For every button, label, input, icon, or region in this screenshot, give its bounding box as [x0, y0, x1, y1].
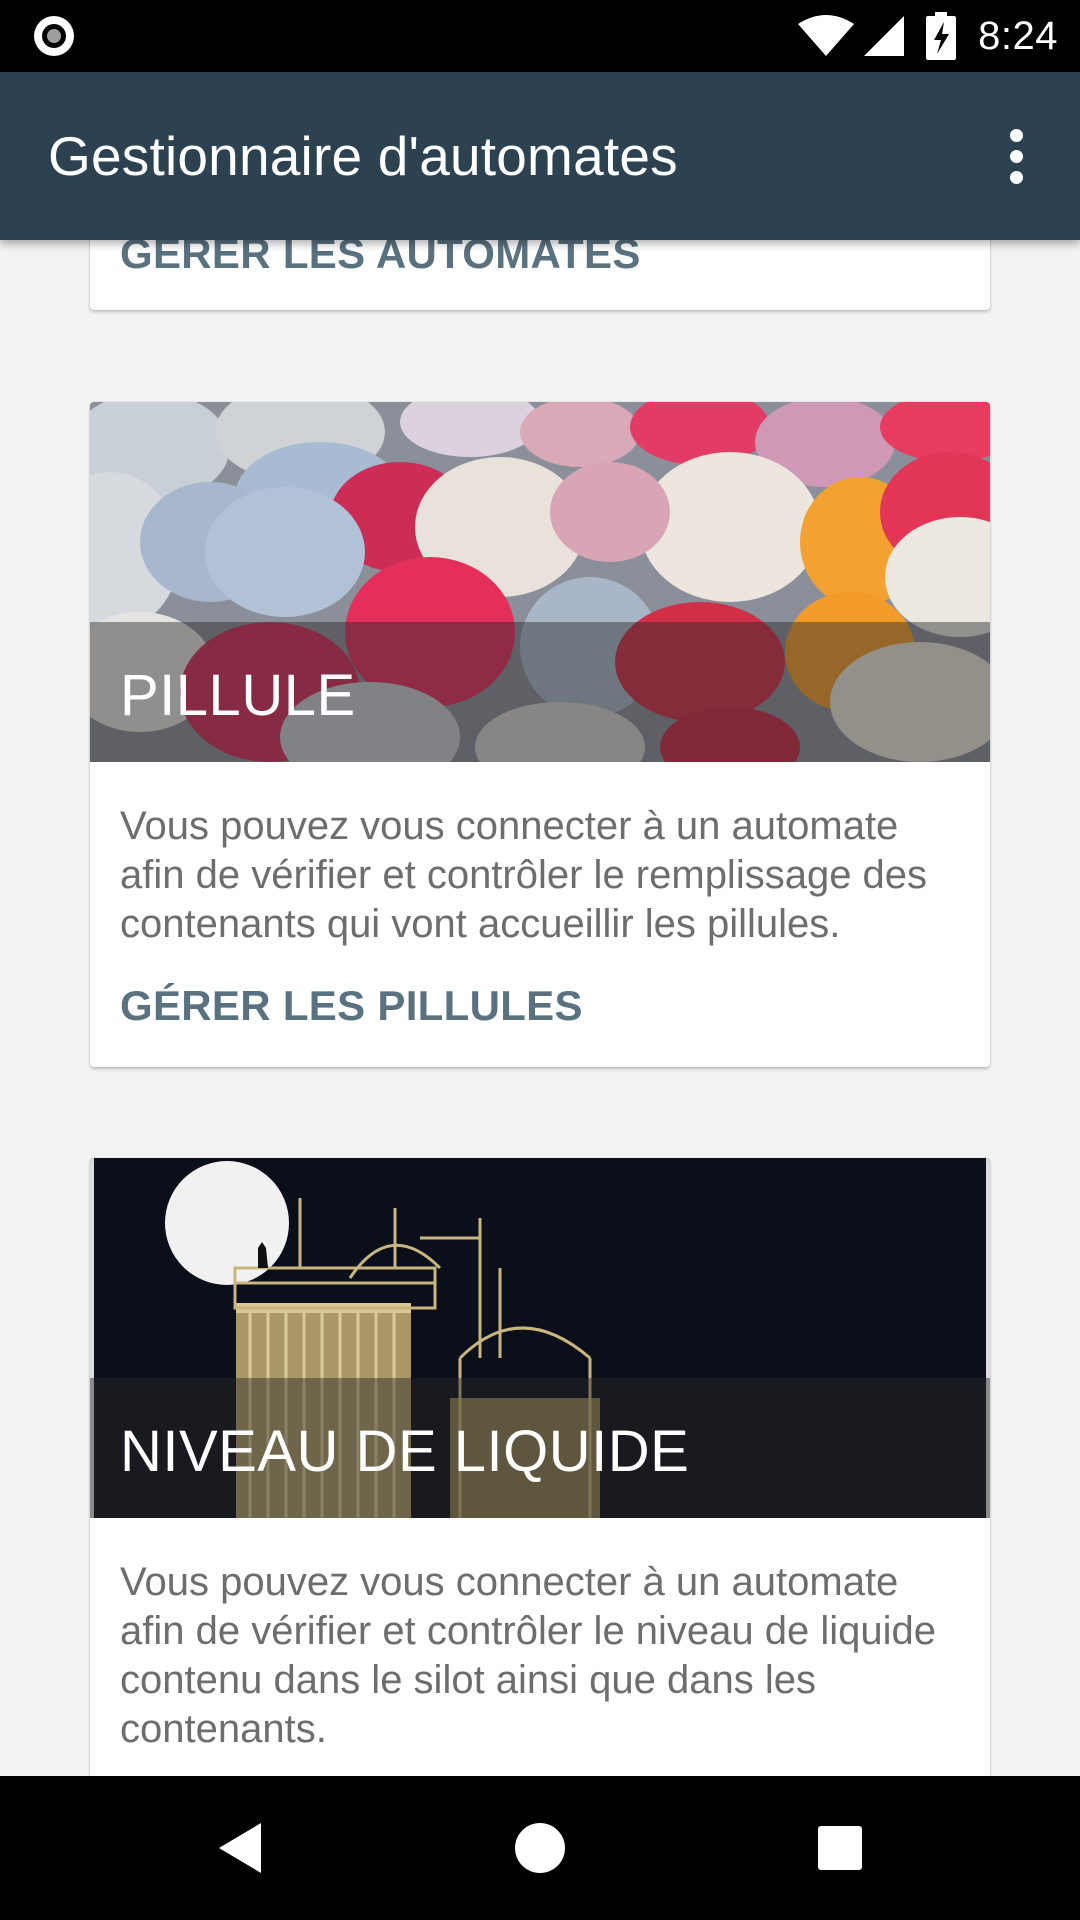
back-icon — [219, 1823, 261, 1873]
page-title: Gestionnaire d'automates — [48, 125, 678, 187]
record-indicator-icon — [34, 16, 74, 56]
back-button[interactable] — [190, 1798, 290, 1898]
pills-image: PILLULE — [90, 402, 990, 762]
pillule-title: PILLULE — [120, 663, 356, 728]
niveau-liquide-description: Vous pouvez vous connecter à un automate… — [120, 1560, 937, 1751]
recents-icon — [818, 1826, 862, 1870]
screen: GÉRER LES AUTOMATES PILLULE Vous pouvez … — [0, 0, 1080, 1920]
pillule-card: PILLULE Vous pouvez vous connecter à un … — [90, 402, 990, 1067]
home-icon — [515, 1823, 565, 1873]
cell-signal-icon — [864, 16, 905, 56]
more-vert-icon — [1009, 128, 1023, 142]
status-clock: 8:24 — [978, 13, 1058, 58]
navigation-bar — [0, 1776, 1080, 1920]
manage-pillules-button[interactable]: GÉRER LES PILLULES — [120, 982, 583, 1030]
more-options-button[interactable] — [980, 112, 1052, 200]
recents-button[interactable] — [790, 1798, 890, 1898]
card-list[interactable]: GÉRER LES AUTOMATES PILLULE Vous pouvez … — [0, 0, 1080, 1920]
home-button[interactable] — [490, 1798, 590, 1898]
pillule-description: Vous pouvez vous connecter à un automate… — [120, 804, 928, 946]
niveau-liquide-card: NIVEAU DE LIQUIDE Vous pouvez vous conne… — [90, 1158, 990, 1818]
battery-charging-icon — [926, 12, 957, 60]
wifi-icon — [798, 15, 855, 56]
silo-image: NIVEAU DE LIQUIDE — [90, 1158, 990, 1518]
status-bar: 8:24 — [0, 0, 1080, 72]
niveau-liquide-title: NIVEAU DE LIQUIDE — [120, 1419, 690, 1484]
app-bar: Gestionnaire d'automates — [0, 72, 1080, 240]
